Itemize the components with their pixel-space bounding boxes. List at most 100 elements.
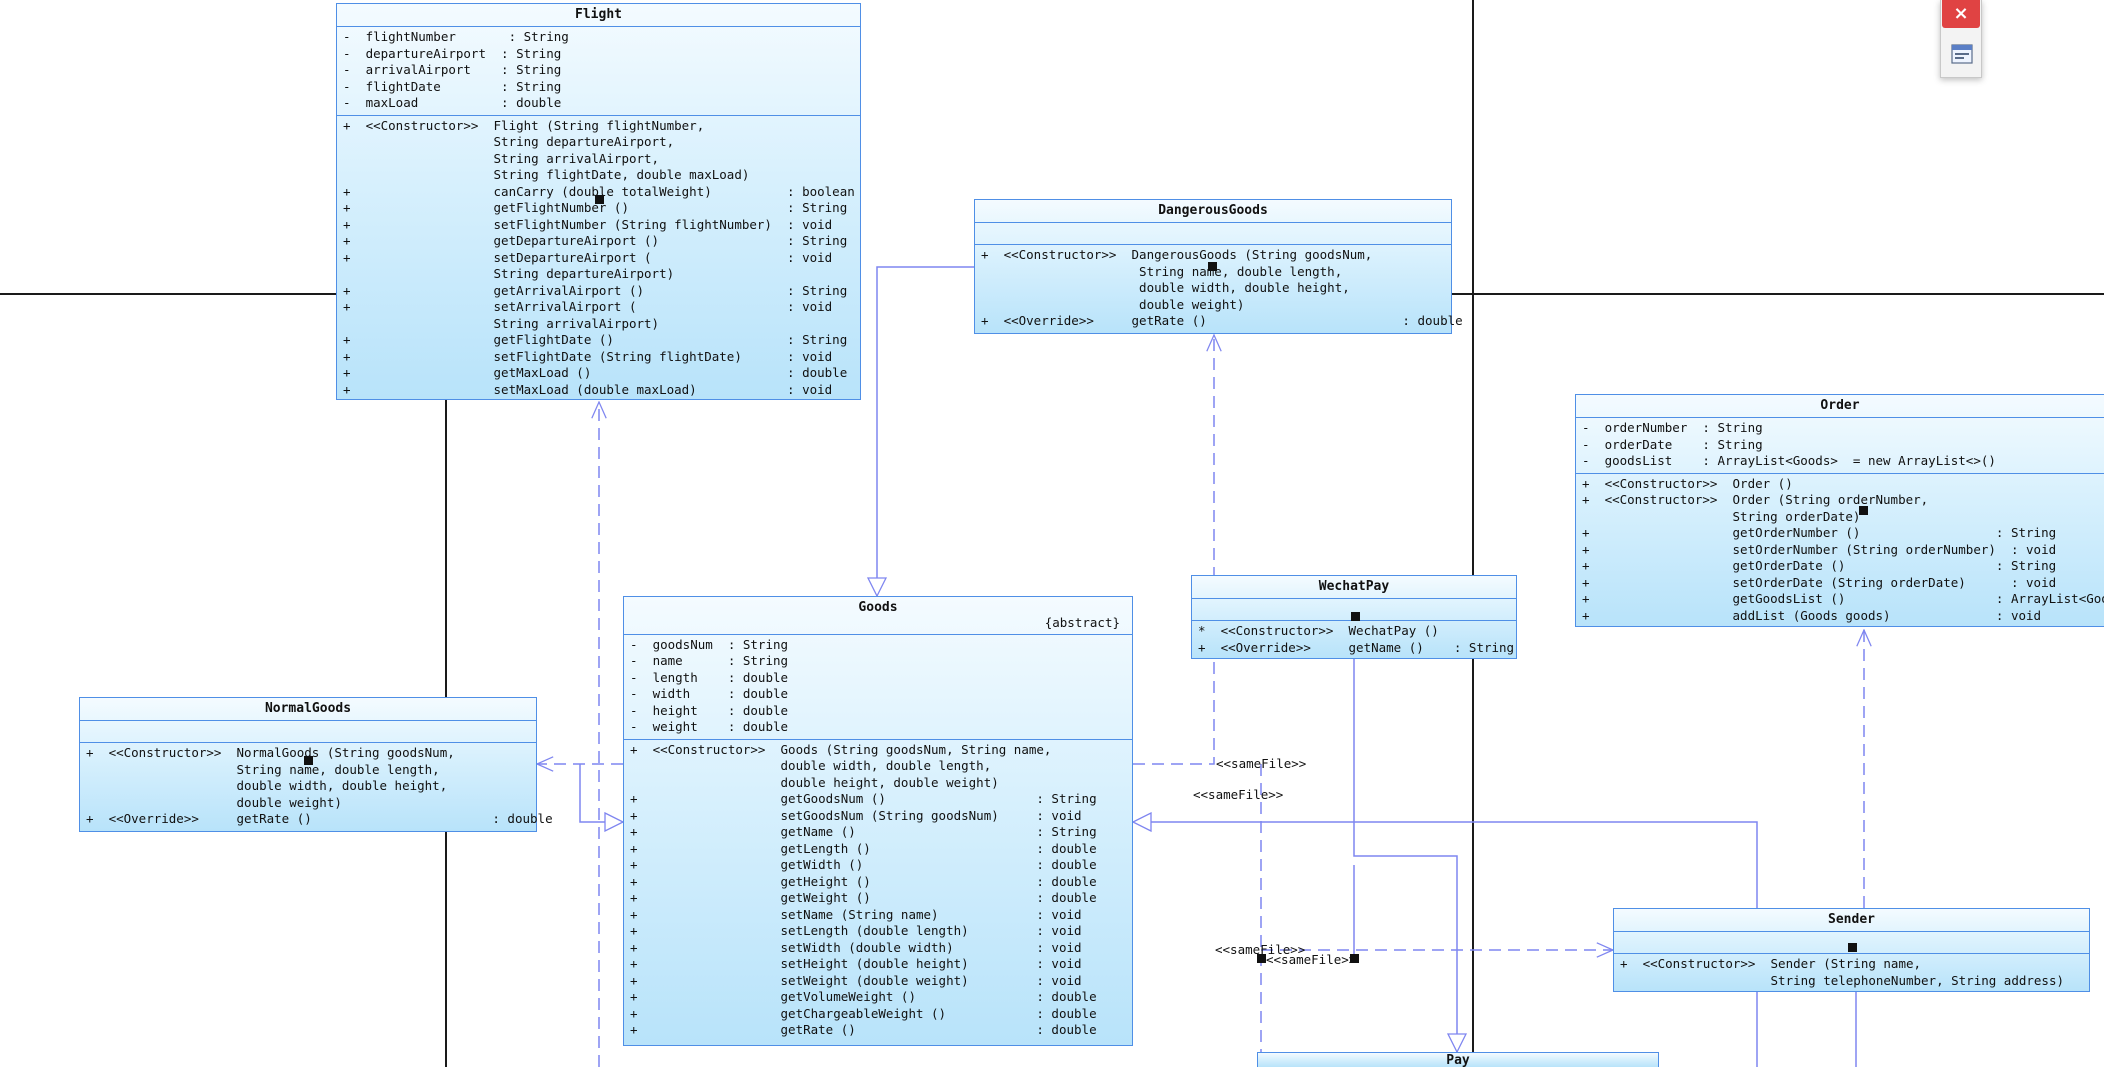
member-line: + setHeight (double height) : void <box>630 956 1082 971</box>
member-line: String arrivalAirport) <box>343 315 660 331</box>
selection-handle[interactable] <box>1350 954 1359 963</box>
class-flight-operations: + <<Constructor>> Flight (String flightN… <box>337 116 860 402</box>
member-line: - height : double <box>630 702 789 718</box>
member-line: + addList (Goods goods) : void <box>1582 607 2042 623</box>
member-line: + <<Constructor>> Order () <box>1582 475 1793 491</box>
selection-handle[interactable] <box>1351 612 1360 621</box>
member-line: - orderDate : String <box>1582 436 1763 452</box>
member-line: + getOrderNumber () : String <box>1582 525 2057 540</box>
member-line: double weight) <box>86 794 342 810</box>
member-line: - weight : double <box>630 719 789 734</box>
diagram-palette-icon[interactable] <box>1950 42 1974 66</box>
selection-handle[interactable] <box>1859 506 1868 515</box>
frame-line-vertical-right <box>1472 0 1474 1067</box>
member-line: + getFlightDate () : String <box>343 332 848 347</box>
member-line: - departureAirport : String <box>343 45 562 61</box>
class-normalgoods-title: NormalGoods <box>80 698 536 721</box>
selection-handle[interactable] <box>304 756 313 765</box>
member-line: + getRate () : double <box>630 1022 1097 1037</box>
member-line: + setName (String name) : void <box>630 906 1082 922</box>
selection-handle[interactable] <box>1257 954 1266 963</box>
member-line: - width : double <box>630 686 789 701</box>
member-line: + getOrderDate () : String <box>1582 558 2057 573</box>
class-goods[interactable]: Goods {abstract} - goodsNum : String - na… <box>623 596 1133 1046</box>
selection-handle[interactable] <box>595 195 604 204</box>
class-flight-title: Flight <box>337 4 860 27</box>
member-line: - name : String <box>630 653 789 668</box>
class-wechatpay-operations: * <<Constructor>> WechatPay () + <<Overri… <box>1192 621 1516 659</box>
member-line: - arrivalAirport : String <box>343 62 562 77</box>
link-label-samefile-4: <<sameFile>> <box>1266 952 1357 967</box>
member-line: + setArrivalAirport ( : void <box>343 299 833 314</box>
member-line: + getArrivalAirport () : String <box>343 282 848 298</box>
member-line: - maxLoad : double <box>343 95 562 110</box>
member-line: + getHeight () : double <box>630 873 1097 889</box>
member-line: + <<Constructor>> Sender (String name, <box>1620 956 1922 971</box>
class-order-title: Order <box>1576 395 2104 418</box>
member-line: + getChargeableWeight () : double <box>630 1005 1097 1021</box>
selection-handle[interactable] <box>1208 262 1217 271</box>
member-line: + getWeight () : double <box>630 890 1097 905</box>
class-flight-attributes: - flightNumber : String - departureAirpor… <box>337 27 860 116</box>
member-line: + setOrderNumber (String orderNumber) : … <box>1582 541 2057 557</box>
class-goods-attributes: - goodsNum : String - name : String - leng… <box>624 635 1132 740</box>
member-line: + getGoodsList () : ArrayList<Goods> <box>1582 591 2104 606</box>
class-dangerousgoods-operations: + <<Constructor>> DangerousGoods (String… <box>975 245 1463 333</box>
member-line: + setLength (double length) : void <box>630 923 1082 938</box>
link-label-samefile-1: <<sameFile>> <box>1216 756 1307 771</box>
member-line: + <<Override>> getRate () : double <box>981 313 1463 328</box>
member-line: + setFlightNumber (String flightNumber) … <box>343 216 833 232</box>
member-line: - goodsNum : String <box>630 636 789 652</box>
class-sender-title: Sender <box>1614 909 2089 932</box>
link-normalgoods-goods <box>579 764 623 822</box>
member-line: double weight) <box>981 296 1245 312</box>
class-goods-operations: + <<Constructor>> Goods (String goodsNum… <box>624 740 1132 1042</box>
member-line: + getVolumeWeight () : double <box>630 989 1097 1004</box>
member-line: + getWidth () : double <box>630 857 1097 872</box>
close-button[interactable]: × <box>1942 0 1980 28</box>
member-line: + setMaxLoad (double maxLoad) : void <box>343 381 833 397</box>
class-order-attributes: - orderNumber : String - orderDate : Stri… <box>1576 418 2104 474</box>
member-line: + <<Override>> getRate () : double <box>86 811 553 826</box>
member-line: + getGoodsNum () : String <box>630 791 1097 806</box>
member-line: - length : double <box>630 669 789 685</box>
member-line: double height, double weight) <box>630 774 999 790</box>
member-line: + setFlightDate (String flightDate) : vo… <box>343 348 833 364</box>
link-dangerousgoods-goods <box>877 266 974 596</box>
class-normalgoods-attributes <box>80 721 536 743</box>
link-wechatpay-pay <box>1353 658 1457 1052</box>
member-line: - flightNumber : String <box>343 29 569 44</box>
member-line: String flightDate, double maxLoad) <box>343 167 750 182</box>
class-sender-operations: + <<Constructor>> Sender (String name, S… <box>1614 954 2089 992</box>
member-line: + setWeight (double weight) : void <box>630 972 1082 988</box>
member-line: + setDepartureAirport ( : void <box>343 249 833 265</box>
member-line: String orderDate) <box>1582 508 1861 524</box>
member-line: double width, double length, <box>630 758 992 773</box>
member-line: String departureAirport, <box>343 134 675 149</box>
diagram-canvas[interactable]: Flight - flightNumber : String - departur… <box>0 0 2104 1067</box>
link-label-samefile-2: <<sameFile>> <box>1193 787 1284 802</box>
class-order[interactable]: Order - orderNumber : String - orderDate … <box>1575 394 2104 627</box>
member-line: + getName () : String <box>630 824 1097 839</box>
class-dangerousgoods-title: DangerousGoods <box>975 200 1451 223</box>
member-line: String arrivalAirport, <box>343 150 660 166</box>
member-line: - flightDate : String <box>343 78 562 94</box>
member-line: + <<Constructor>> Flight (String flightN… <box>343 117 705 133</box>
member-line: + setGoodsNum (String goodsNum) : void <box>630 807 1082 823</box>
member-line: - goodsList : ArrayList<Goods> = new Arr… <box>1582 453 1996 468</box>
dep-goods-dangerousgoods <box>1133 335 1214 765</box>
class-pay[interactable]: Pay <box>1257 1052 1659 1067</box>
frame-line-horizontal-right <box>1451 293 2104 295</box>
member-line: + <<Constructor>> Goods (String goodsNum… <box>630 741 1052 757</box>
class-wechatpay-title: WechatPay <box>1192 576 1516 599</box>
member-line: + setOrderDate (String orderDate) : void <box>1582 574 2057 590</box>
member-line: * <<Constructor>> WechatPay () <box>1198 623 1439 638</box>
member-line: + getMaxLoad () : double <box>343 365 848 380</box>
member-line: + getLength () : double <box>630 840 1097 856</box>
member-line: + getDepartureAirport () : String <box>343 233 848 248</box>
selection-handle[interactable] <box>1848 943 1857 952</box>
member-line: + <<Override>> getName () : String <box>1198 639 1515 655</box>
class-pay-title: Pay <box>1446 1053 1470 1067</box>
frame-line-horizontal-left <box>0 293 337 295</box>
member-line: String telephoneNumber, String address) <box>1620 972 2065 988</box>
